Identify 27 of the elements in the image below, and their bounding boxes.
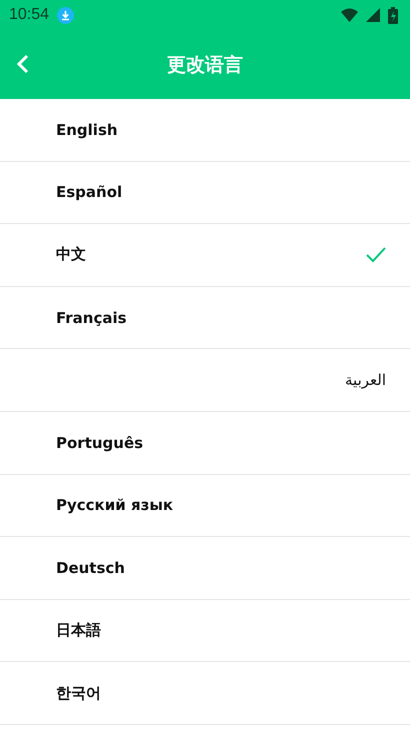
language-item[interactable]: 日本語 [0, 600, 410, 662]
language-label: 中文 [56, 245, 86, 264]
language-label: Deutsch [56, 558, 125, 577]
wifi-icon [341, 8, 358, 22]
language-item[interactable]: Português [0, 412, 410, 475]
language-label: English [56, 120, 118, 139]
language-label: العربية [345, 371, 386, 390]
language-label: Español [56, 183, 122, 202]
signal-icon [366, 8, 380, 22]
language-label: Русский язык [56, 496, 174, 514]
battery-icon [388, 6, 398, 24]
language-item[interactable]: 中文 [0, 224, 410, 287]
download-icon [57, 6, 74, 24]
language-item[interactable]: Deutsch [0, 537, 410, 600]
language-label: Português [56, 434, 144, 452]
language-item[interactable]: 한국어 [0, 662, 410, 725]
language-item[interactable]: Français [0, 286, 410, 350]
language-item[interactable]: Русский язык [0, 474, 410, 538]
language-label: 한국어 [56, 684, 101, 703]
back-icon [16, 54, 30, 74]
language-label: Français [56, 308, 127, 327]
language-item[interactable]: العربية [0, 349, 410, 412]
language-item[interactable]: Español [0, 162, 410, 224]
language-item[interactable]: English [0, 99, 410, 162]
status-time: 10:54 [9, 6, 50, 24]
page-title: 更改语言 [167, 52, 243, 78]
language-label: 日本語 [56, 621, 101, 640]
